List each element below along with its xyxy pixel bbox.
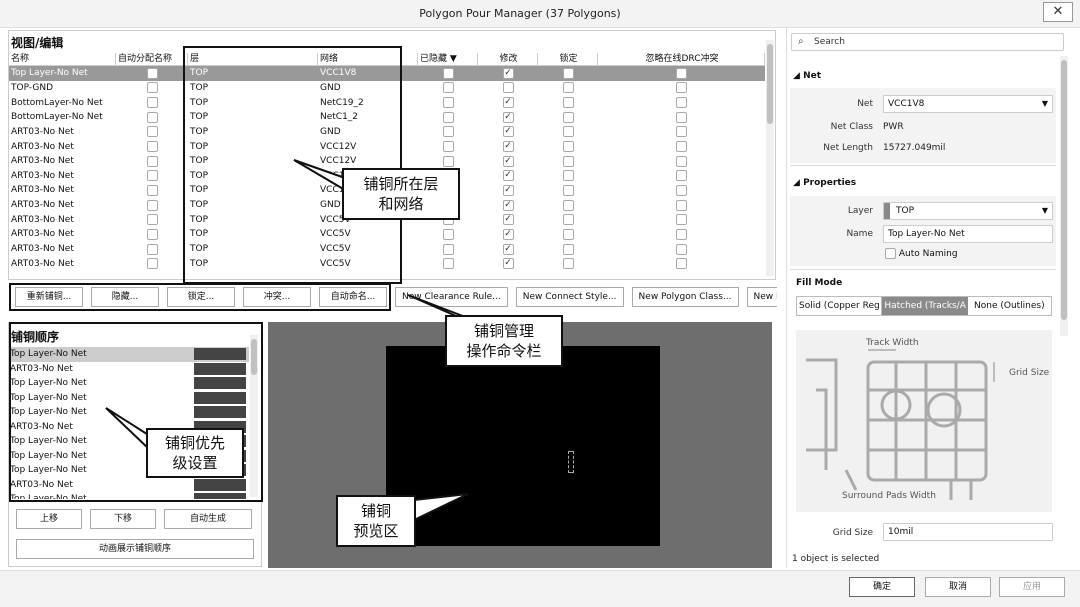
checkbox-icon (885, 248, 896, 259)
net-label: Net (857, 99, 873, 109)
callout-priority-l2: 级设置 (172, 454, 218, 472)
callout-priority: 铺铜优先 级设置 (146, 428, 244, 478)
hatch-diagram-svg (806, 349, 995, 500)
net-section-label: Net (803, 71, 822, 81)
pointer-layer-net (293, 159, 346, 192)
callout-preview-l1: 铺铜 (360, 502, 391, 520)
callout-layer-net-l1: 铺铜所在层 (363, 175, 439, 193)
name-label: Name (846, 229, 873, 239)
netclass-label: Net Class (830, 122, 873, 132)
netlength-value: 15727.049mil (883, 143, 946, 153)
auto-naming-checkbox[interactable]: Auto Naming (885, 248, 958, 259)
fill-mode-title: Fill Mode (796, 278, 843, 288)
selection-status: 1 object is selected (792, 554, 880, 564)
fill-solid[interactable]: Solid (Copper Reg (797, 297, 883, 315)
grid-size-input[interactable]: 10mil (883, 523, 1053, 541)
divider (790, 165, 1056, 166)
dropdown-icon: ▼ (1041, 206, 1048, 215)
ok-button[interactable]: 确定 (849, 577, 915, 597)
callout-preview: 铺铜 预览区 (336, 495, 416, 547)
net-section[interactable]: ◢ Net (793, 71, 821, 81)
divider (790, 269, 1056, 270)
cancel-button[interactable]: 取消 (925, 577, 991, 597)
name-input[interactable]: Top Layer-No Net (883, 225, 1053, 243)
layer-label: Layer (847, 206, 873, 216)
properties-section[interactable]: ◢ Properties (793, 178, 856, 188)
layer-select[interactable]: TOP ▼ (883, 202, 1053, 220)
apply-button[interactable]: 应用 (999, 577, 1065, 597)
dropdown-icon: ▼ (1041, 99, 1048, 108)
callout-preview-l2: 预览区 (353, 522, 399, 540)
pointer-preview (413, 493, 469, 522)
pointer-priority (105, 407, 151, 453)
callout-cmd: 铺铜管理 操作命令栏 (445, 315, 563, 367)
hatch-diagram (796, 330, 1052, 512)
search-icon: ⌕ (798, 36, 804, 47)
grid-size-label: Grid Size (832, 528, 873, 538)
fill-hatched[interactable]: Hatched (Tracks/A (882, 297, 968, 315)
track-width-label: Track Width (866, 338, 919, 348)
callout-cmd-l1: 铺铜管理 (473, 322, 534, 340)
fill-none[interactable]: None (Outlines) (968, 297, 1051, 315)
properties-scrollbar[interactable] (1060, 56, 1068, 336)
search-box[interactable]: ⌕ Search (791, 33, 1064, 51)
netclass-value: PWR (883, 122, 904, 132)
callout-layer-net: 铺铜所在层 和网络 (342, 168, 460, 220)
surround-pads-label: Surround Pads Width (842, 491, 936, 501)
grid-size-diagram-label: Grid Size (1009, 368, 1050, 378)
auto-naming-label: Auto Naming (898, 249, 958, 259)
net-value: VCC1V8 (888, 99, 925, 109)
layer-color-swatch (884, 203, 890, 219)
properties-section-label: Properties (803, 178, 857, 188)
footer-bar (0, 570, 1080, 607)
callout-layer-net-l2: 和网络 (378, 195, 424, 213)
fill-mode-segments: Solid (Copper Reg Hatched (Tracks/A None… (796, 296, 1052, 316)
netlength-label: Net Length (823, 143, 873, 153)
callout-cmd-l2: 操作命令栏 (466, 342, 542, 360)
layer-value: TOP (896, 206, 915, 216)
net-select[interactable]: VCC1V8 ▼ (883, 95, 1053, 113)
search-placeholder: Search (814, 37, 845, 47)
callout-priority-l1: 铺铜优先 (164, 434, 225, 452)
